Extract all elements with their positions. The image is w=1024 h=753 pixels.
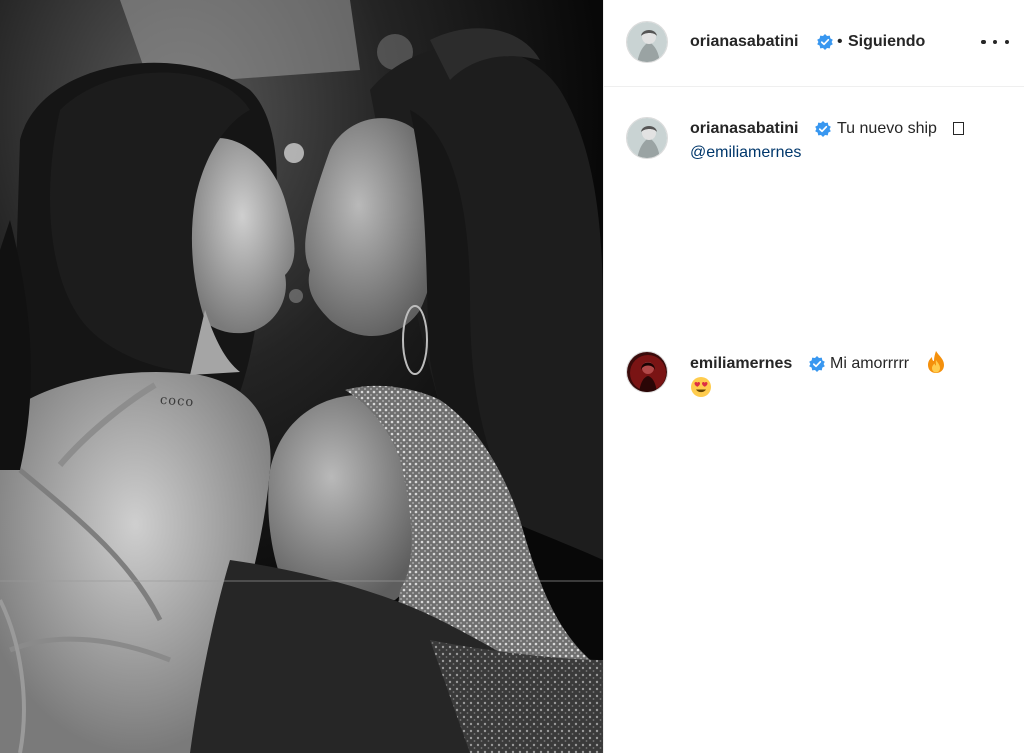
following-button[interactable]: Siguiendo — [848, 33, 925, 51]
instagram-post: coco orianasabatini • Siguiendo orianasa… — [0, 0, 1024, 753]
comment-text: Mi amorrrrr — [830, 355, 910, 372]
tattoo-text: coco — [159, 392, 195, 411]
caption-text: Tu nuevo ship — [837, 120, 937, 137]
caption-avatar[interactable] — [626, 117, 668, 159]
more-horizontal-icon[interactable] — [981, 30, 1009, 54]
fire-emoji-icon — [928, 351, 944, 373]
comment-avatar[interactable] — [626, 351, 668, 393]
author-username[interactable]: orianasabatini — [690, 33, 798, 51]
heart-eyes-emoji-icon — [691, 377, 711, 397]
missing-emoji-box-icon — [953, 122, 964, 135]
caption-username[interactable]: orianasabatini — [690, 120, 798, 138]
verified-badge-icon — [815, 121, 831, 137]
author-avatar[interactable] — [626, 21, 668, 63]
avatar-image — [627, 22, 667, 62]
avatar-image — [627, 118, 667, 158]
post-photo[interactable]: coco — [0, 0, 603, 753]
verified-badge-icon — [809, 356, 825, 372]
comment-username[interactable]: emiliamernes — [690, 355, 792, 373]
caption-mention-link[interactable]: @emiliamernes — [690, 144, 801, 162]
photo-illustration — [0, 0, 603, 753]
post-side-panel: orianasabatini • Siguiendo orianasabatin… — [603, 0, 1024, 753]
post-header: orianasabatini • Siguiendo — [604, 0, 1024, 87]
separator-dot: • — [837, 33, 843, 50]
verified-badge-icon — [817, 34, 833, 50]
avatar-image — [627, 352, 667, 392]
